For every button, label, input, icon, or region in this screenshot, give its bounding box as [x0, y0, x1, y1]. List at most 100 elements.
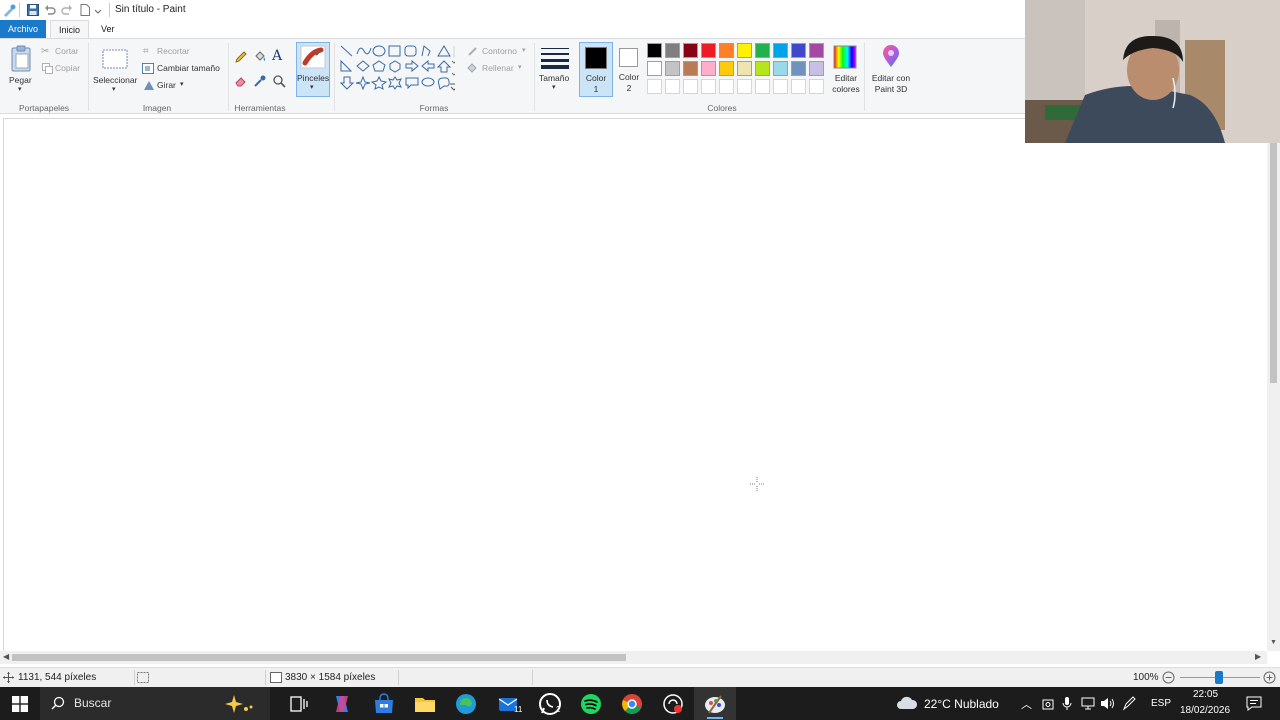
- palette-color-swatch[interactable]: [719, 43, 734, 58]
- volume-icon[interactable]: [1100, 696, 1115, 711]
- microphone-icon[interactable]: [1062, 696, 1072, 711]
- palette-custom-slot[interactable]: [755, 79, 770, 94]
- copy-button[interactable]: Copiar: [41, 62, 86, 76]
- microsoft-store-icon[interactable]: [372, 692, 396, 716]
- palette-color-swatch[interactable]: [809, 61, 824, 76]
- language-indicator[interactable]: ESP: [1151, 698, 1171, 709]
- crop-button[interactable]: ⌗ Recortar: [142, 45, 222, 59]
- palette-color-swatch[interactable]: [665, 61, 680, 76]
- pencil-icon[interactable]: [234, 50, 248, 64]
- brushes-button[interactable]: Pinceles ▾: [296, 42, 330, 97]
- vertical-scrollbar[interactable]: ▲ ▼: [1267, 115, 1280, 651]
- cut-label: Cortar: [55, 46, 79, 56]
- palette-custom-slot[interactable]: [719, 79, 734, 94]
- palette-color-swatch[interactable]: [665, 43, 680, 58]
- outline-button[interactable]: Contorno ▾: [467, 45, 531, 59]
- edit-with-paint3d-button[interactable]: Editar con Paint 3D: [868, 43, 914, 97]
- palette-color-swatch[interactable]: [773, 43, 788, 58]
- group-label-clipboard: Portapapeles: [18, 103, 70, 113]
- network-icon[interactable]: [1081, 697, 1095, 710]
- color1-button[interactable]: Color 1: [579, 42, 613, 97]
- horizontal-scroll-thumb[interactable]: [12, 654, 626, 661]
- palette-color-swatch[interactable]: [683, 61, 698, 76]
- save-icon[interactable]: [26, 3, 40, 17]
- edge-browser-icon[interactable]: [454, 692, 478, 716]
- palette-color-swatch[interactable]: [647, 61, 662, 76]
- screen-recorder-icon[interactable]: [661, 692, 685, 716]
- palette-custom-slot[interactable]: [809, 79, 824, 94]
- windows-start-icon[interactable]: [12, 696, 28, 712]
- edit-colors-button[interactable]: Editar colores: [830, 43, 862, 97]
- palette-color-swatch[interactable]: [791, 43, 806, 58]
- palette-custom-slot[interactable]: [737, 79, 752, 94]
- chrome-icon[interactable]: [620, 692, 644, 716]
- scroll-down-icon[interactable]: ▼: [1270, 639, 1277, 646]
- size-button[interactable]: Tamaño ▾: [538, 43, 572, 97]
- cut-button[interactable]: ✂ Cortar: [41, 45, 86, 59]
- scroll-right-icon[interactable]: ▶: [1255, 652, 1261, 661]
- horizontal-scrollbar[interactable]: ◀ ▶: [0, 651, 1267, 664]
- eraser-icon[interactable]: [234, 74, 248, 88]
- palette-color-swatch[interactable]: [683, 43, 698, 58]
- cloud-weather-icon[interactable]: [896, 695, 918, 711]
- copilot-icon[interactable]: [330, 692, 354, 716]
- clock-date[interactable]: 18/02/2026: [1180, 705, 1230, 716]
- zoom-out-icon[interactable]: [1162, 671, 1175, 684]
- palette-custom-slot[interactable]: [701, 79, 716, 94]
- clock-time[interactable]: 22:05: [1193, 689, 1218, 700]
- color2-button[interactable]: Color 2: [615, 42, 645, 97]
- paste-button[interactable]: Pegar ▾: [6, 45, 36, 95]
- customize-toolbar-chevron-icon[interactable]: [93, 3, 103, 17]
- palette-color-swatch[interactable]: [755, 61, 770, 76]
- select-button[interactable]: Seleccionar ▾: [92, 45, 138, 95]
- title-bar: Sin título - Paint: [0, 0, 1025, 20]
- redo-icon[interactable]: [60, 3, 74, 17]
- resize-button[interactable]: Cambiar tamaño: [142, 62, 224, 76]
- tab-home[interactable]: Inicio: [50, 20, 90, 38]
- palette-custom-slot[interactable]: [647, 79, 662, 94]
- palette-color-swatch[interactable]: [647, 43, 662, 58]
- palette-custom-slot[interactable]: [773, 79, 788, 94]
- weather-text[interactable]: 22°C Nublado: [924, 697, 999, 711]
- palette-custom-slot[interactable]: [791, 79, 806, 94]
- palette-color-swatch[interactable]: [773, 61, 788, 76]
- group-separator: [228, 43, 229, 111]
- palette-color-swatch[interactable]: [737, 43, 752, 58]
- new-file-icon[interactable]: [78, 3, 92, 17]
- pen-menu-icon[interactable]: [1122, 696, 1136, 711]
- magnifier-icon[interactable]: [272, 74, 286, 88]
- palette-color-swatch[interactable]: [701, 43, 716, 58]
- camera-icon[interactable]: [1042, 697, 1054, 710]
- zoom-in-icon[interactable]: [1263, 671, 1276, 684]
- color-picker-icon[interactable]: [253, 74, 267, 88]
- vertical-scroll-thumb[interactable]: [1270, 143, 1277, 383]
- undo-icon[interactable]: [43, 3, 57, 17]
- palette-color-swatch[interactable]: [755, 43, 770, 58]
- notifications-icon[interactable]: [1246, 696, 1262, 711]
- file-explorer-icon[interactable]: [413, 692, 437, 716]
- text-tool-icon[interactable]: A: [272, 48, 282, 64]
- palette-color-swatch[interactable]: [701, 61, 716, 76]
- status-divider: [134, 670, 135, 685]
- shapes-gallery[interactable]: [340, 44, 455, 94]
- taskbar-paint-active[interactable]: [694, 687, 736, 720]
- palette-color-swatch[interactable]: [809, 43, 824, 58]
- show-hidden-icons-icon[interactable]: ︿: [1021, 696, 1032, 712]
- taskbar-search[interactable]: Buscar: [40, 687, 270, 720]
- scroll-left-icon[interactable]: ◀: [3, 652, 9, 661]
- palette-custom-slot[interactable]: [683, 79, 698, 94]
- spotify-icon[interactable]: [579, 692, 603, 716]
- palette-color-swatch[interactable]: [737, 61, 752, 76]
- palette-custom-slot[interactable]: [665, 79, 680, 94]
- task-view-icon[interactable]: [290, 696, 308, 712]
- brushes-label: Pinceles: [297, 73, 330, 83]
- drawing-canvas[interactable]: [3, 118, 1267, 651]
- palette-color-swatch[interactable]: [791, 61, 806, 76]
- tab-file[interactable]: Archivo: [0, 20, 46, 38]
- fill-button[interactable]: Rellenar ▾: [467, 62, 531, 76]
- palette-color-swatch[interactable]: [719, 61, 734, 76]
- tab-view[interactable]: Ver: [93, 20, 123, 38]
- rotate-button[interactable]: Girar ▾: [142, 79, 192, 93]
- fill-bucket-icon[interactable]: [253, 50, 267, 64]
- zoom-slider-thumb[interactable]: [1215, 671, 1223, 684]
